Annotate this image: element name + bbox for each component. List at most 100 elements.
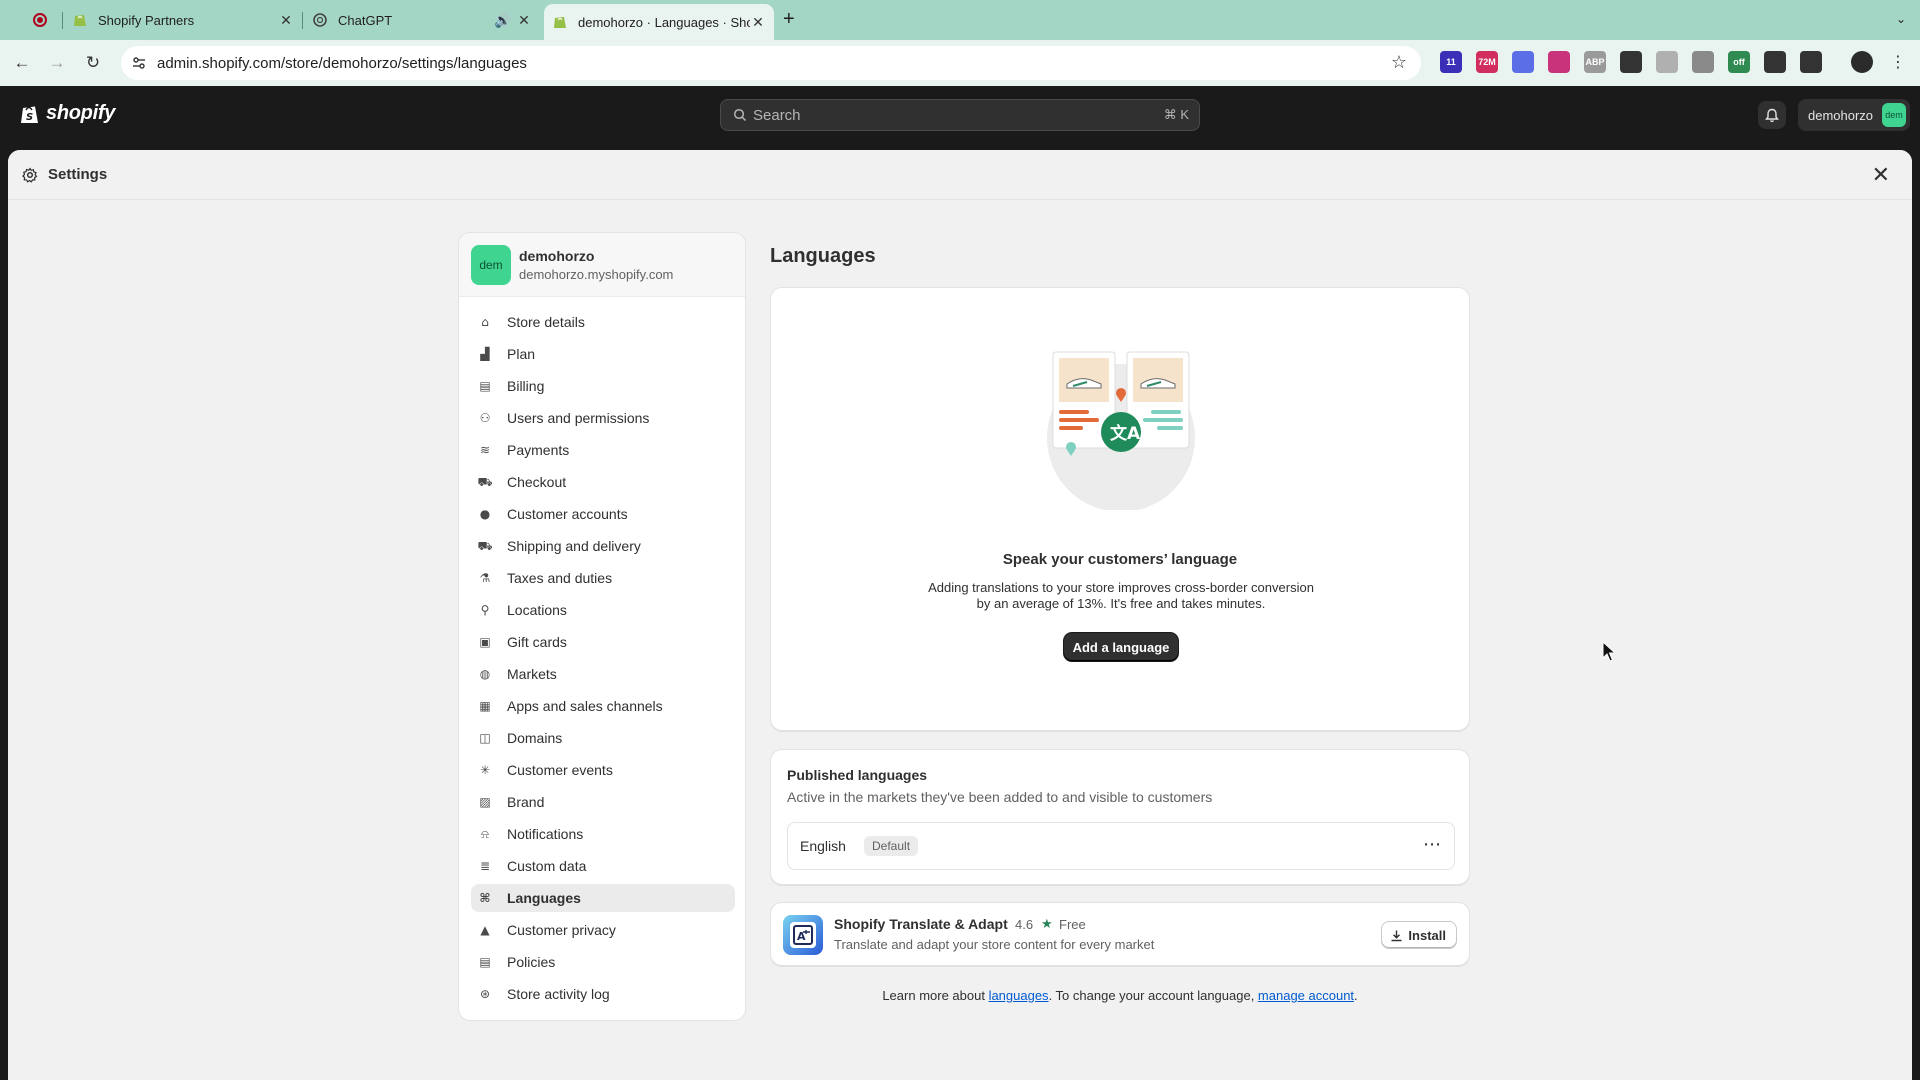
language-row[interactable]: English Default ⋯ (787, 822, 1455, 870)
sidebar-item-shipping-and-delivery[interactable]: ⛟ Shipping and delivery (471, 532, 735, 560)
translate-app-logo[interactable]: A (783, 915, 823, 955)
domain-icon: ◫ (479, 731, 491, 745)
notifications-button[interactable] (1758, 101, 1786, 129)
bell-icon: ⍾ (481, 827, 489, 841)
sidebar-item-brand[interactable]: ▨ Brand (471, 788, 735, 816)
ext-pen-icon[interactable] (1620, 51, 1642, 73)
sidebar-item-label: Notifications (507, 826, 584, 842)
recording-icon[interactable] (33, 13, 47, 27)
default-badge: Default (864, 836, 919, 856)
translation-illustration-icon: 文A (1047, 351, 1195, 510)
address-bar[interactable]: admin.shopify.com/store/demohorzo/settin… (121, 46, 1421, 80)
sidebar-item-custom-data[interactable]: ≣ Custom data (471, 852, 735, 880)
sidebar-item-gift-cards[interactable]: ▣ Gift cards (471, 628, 735, 656)
sidebar-item-locations[interactable]: ⚲ Locations (471, 596, 735, 624)
empty-state-card: 文A Speak your customers’ language Adding… (770, 287, 1470, 731)
close-tab-icon[interactable]: ✕ (278, 12, 294, 29)
shopify-bag-icon: S (21, 106, 38, 123)
tab-title: ChatGPT (338, 12, 393, 28)
sidebar-item-label: Store details (507, 314, 585, 330)
app-name[interactable]: Shopify Translate & Adapt (834, 916, 1008, 932)
sidebar-item-taxes-and-duties[interactable]: ⚗ Taxes and duties (471, 564, 735, 592)
ext-code-icon[interactable] (1692, 51, 1714, 73)
add-language-button[interactable]: Add a language (1064, 633, 1178, 661)
close-tab-icon[interactable]: ✕ (516, 12, 532, 29)
tab-shopify-partners[interactable]: Shopify Partners ✕ (72, 4, 294, 36)
reload-icon[interactable]: ↻ (80, 50, 106, 76)
footer-prefix: Learn more about (882, 988, 989, 1003)
ext-abp-icon[interactable]: ABP (1584, 51, 1606, 73)
bookmark-star-icon[interactable]: ☆ (1391, 52, 1407, 73)
bell-icon (1765, 108, 1779, 122)
ext-72m-icon[interactable]: 72M (1476, 51, 1498, 73)
sidebar-item-apps-and-sales-channels[interactable]: ▦ Apps and sales channels (471, 692, 735, 720)
sidebar-item-policies[interactable]: ▤ Policies (471, 948, 735, 976)
manage-account-link[interactable]: manage account (1258, 988, 1354, 1003)
sidebar-item-billing[interactable]: ▤ Billing (471, 372, 735, 400)
sidebar-item-payments[interactable]: ≋ Payments (471, 436, 735, 464)
chatgpt-favicon-icon (313, 13, 327, 27)
close-settings-icon[interactable]: ✕ (1872, 162, 1890, 188)
activity-icon: ⊛ (479, 987, 491, 1001)
sidebar-item-store-details[interactable]: ⌂ Store details (471, 308, 735, 336)
database-icon: ≣ (479, 859, 491, 873)
browser-menu-icon[interactable]: ⋮ (1885, 50, 1911, 76)
tab-separator (62, 12, 63, 29)
shopify-logo[interactable]: S shopify (20, 102, 115, 125)
sidebar-item-label: Plan (507, 346, 536, 362)
sidebar-item-markets[interactable]: ◍ Markets (471, 660, 735, 688)
forward-icon[interactable]: → (44, 50, 70, 76)
speaker-icon[interactable]: 🔊 (494, 12, 511, 29)
ext-edit-icon[interactable] (1656, 51, 1678, 73)
close-tab-icon[interactable]: ✕ (750, 14, 766, 31)
language-name: English (800, 838, 846, 854)
site-info-icon[interactable] (131, 55, 147, 71)
install-button[interactable]: Install (1381, 921, 1457, 949)
svg-text:S: S (26, 112, 33, 123)
sidebar-item-customer-events[interactable]: ✳ Customer events (471, 756, 735, 784)
payments-icon: ≋ (479, 443, 491, 457)
gift-icon: ▣ (479, 635, 491, 649)
sidebar-item-users-and-permissions[interactable]: ⚇ Users and permissions (471, 404, 735, 432)
more-actions-icon[interactable]: ⋯ (1420, 835, 1444, 859)
settings-header: Settings ✕ (8, 150, 1912, 200)
star-icon: ★ (1041, 916, 1053, 931)
ext-badge-icon[interactable]: 11 (1440, 51, 1462, 73)
tab-search-chevron-icon[interactable]: ⌄ (1890, 8, 1912, 30)
sidebar-item-customer-accounts[interactable]: ● Customer accounts (471, 500, 735, 528)
settings-modal: Settings ✕ dem demohorzo demohorzo.mysho… (8, 150, 1912, 1080)
new-tab-icon[interactable]: + (783, 8, 795, 31)
policy-icon: ▤ (479, 955, 491, 969)
sidebar-item-label: Customer privacy (507, 922, 616, 938)
store-header[interactable]: dem demohorzo demohorzo.myshopify.com (459, 233, 745, 297)
events-icon: ✳ (479, 763, 491, 777)
sidebar-item-notifications[interactable]: ⍾ Notifications (471, 820, 735, 848)
search-bar[interactable]: ⌘ K (720, 99, 1200, 131)
tab-chatgpt[interactable]: ChatGPT 🔊 ✕ (312, 4, 532, 36)
ext-robot-icon[interactable] (1764, 51, 1786, 73)
search-input[interactable] (753, 100, 1133, 130)
svg-text:文A: 文A (1110, 423, 1141, 444)
plan-icon: ▟ (480, 347, 490, 361)
tax-icon: ⚗ (479, 571, 491, 585)
ext-circle-icon[interactable] (1548, 51, 1570, 73)
search-shortcut: ⌘ K (1163, 107, 1189, 122)
languages-link[interactable]: languages (989, 988, 1049, 1003)
ext-puzzle-icon[interactable] (1800, 51, 1822, 73)
sidebar-item-label: Customer events (507, 762, 613, 778)
sidebar-item-customer-privacy[interactable]: ▲ Customer privacy (471, 916, 735, 944)
sidebar-item-checkout[interactable]: ⛟ Checkout (471, 468, 735, 496)
search-icon (733, 108, 747, 122)
sidebar-item-plan[interactable]: ▟ Plan (471, 340, 735, 368)
sidebar-item-store-activity-log[interactable]: ⊛ Store activity log (471, 980, 735, 1008)
back-icon[interactable]: ← (9, 50, 35, 76)
profile-avatar-icon[interactable] (1851, 51, 1873, 73)
account-menu-button[interactable]: demohorzo dem (1798, 99, 1910, 131)
ext-flower-icon[interactable] (1512, 51, 1534, 73)
ext-off-icon[interactable]: off (1728, 51, 1750, 73)
sidebar-item-domains[interactable]: ◫ Domains (471, 724, 735, 752)
sidebar-item-label: Languages (507, 890, 581, 906)
sidebar-item-languages[interactable]: ⌘ Languages (471, 884, 735, 912)
sidebar-item-label: Payments (507, 442, 570, 458)
tab-languages[interactable]: demohorzo · Languages · Sho ✕ (544, 4, 774, 40)
